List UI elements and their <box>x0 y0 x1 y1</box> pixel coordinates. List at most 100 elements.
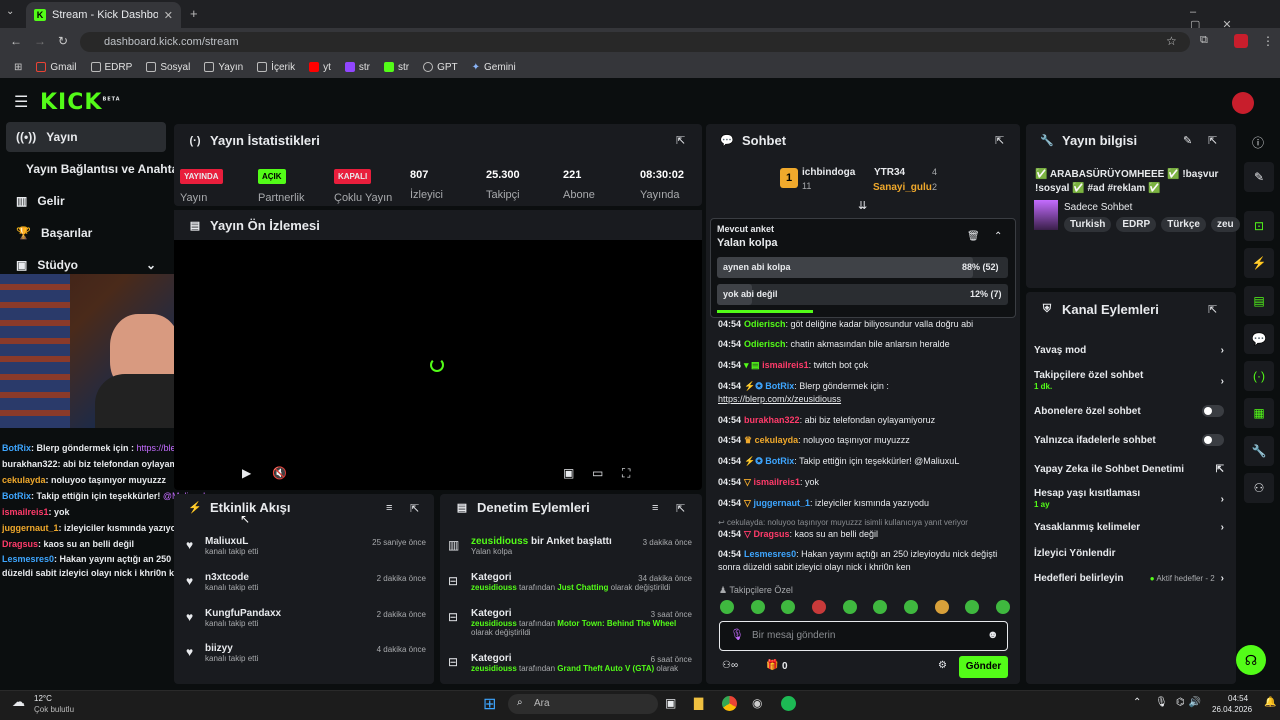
extensions-icon[interactable]: ⧉ <box>1200 34 1208 47</box>
toggle-switch[interactable] <box>1202 405 1224 417</box>
bookmark-twitch[interactable]: str <box>344 62 370 73</box>
tag[interactable]: Türkçe <box>1161 217 1206 232</box>
network-volume-icon[interactable]: ⌬🔊 <box>1176 697 1205 708</box>
chat-username[interactable]: Lesmesres0 <box>744 549 796 559</box>
tag[interactable]: EDRP <box>1116 217 1157 232</box>
popout-icon[interactable]: ⇱ <box>410 502 419 515</box>
chat-users-icon[interactable]: ⚇∞ <box>722 660 738 671</box>
leader-name[interactable]: ichbindoga <box>802 167 855 178</box>
profile-icon[interactable] <box>1234 34 1248 48</box>
bookmark-kick[interactable]: str <box>383 62 409 73</box>
apps-grid-icon[interactable]: ⊞ <box>14 62 22 73</box>
lightning-icon[interactable]: ⚡ <box>1244 248 1274 278</box>
chat-username[interactable]: juggernaut_1 <box>753 498 810 508</box>
reload-icon[interactable]: ↻ <box>58 34 68 48</box>
chat-link[interactable]: https://blerp.com/x/zeusidiouss <box>718 394 841 404</box>
sidebar-item-yayin[interactable]: ((•)) Yayın <box>6 122 166 152</box>
action-slow-mode[interactable]: Yavaş mod › <box>1034 345 1224 356</box>
emote-icon[interactable] <box>720 600 734 614</box>
bookmark-yayin[interactable]: Yayın <box>204 62 243 73</box>
kick-logo[interactable]: KICKBETA <box>40 90 121 115</box>
info-icon[interactable]: ⓘ <box>1252 134 1264 151</box>
chat-username[interactable]: BotRix <box>765 381 794 391</box>
url-bar[interactable]: dashboard.kick.com/stream <box>80 32 1190 52</box>
emote-icon[interactable] <box>781 600 796 614</box>
notification-icon[interactable]: 🔔 <box>1264 697 1276 708</box>
pin-icon[interactable]: ⇊ <box>858 199 867 212</box>
mod-category[interactable]: Grand Theft Auto V (GTA) <box>557 664 654 673</box>
emote-icon[interactable] <box>842 600 857 614</box>
action-followers-only[interactable]: Takipçilere özel sohbet 1 dk. › <box>1034 370 1224 392</box>
chat-username[interactable]: cekulayda <box>755 435 799 445</box>
menu-dots-icon[interactable]: ⋮ <box>1262 34 1274 48</box>
action-goals[interactable]: Hedefleri belirleyin ● Aktif hedefler - 2… <box>1034 573 1224 584</box>
mod-user[interactable]: zeusidiouss <box>471 536 528 547</box>
help-chat-button[interactable]: ☊ <box>1236 645 1266 675</box>
edit-icon[interactable]: ✎ <box>1244 162 1274 192</box>
taskbar-search[interactable]: Ara <box>508 694 658 714</box>
tab-list-icon[interactable]: ⌄ <box>6 6 14 17</box>
windows-start-icon[interactable]: ⊞ <box>483 694 496 714</box>
action-account-age[interactable]: Hesap yaşı kısıtlaması 1 ay › <box>1034 488 1224 510</box>
mod-user[interactable]: zeusidiouss <box>471 619 517 628</box>
popout-icon[interactable]: ⇱ <box>676 502 685 515</box>
leader-name[interactable]: Sanayi_gulu <box>873 182 932 193</box>
bookmark-icerik[interactable]: İçerik <box>257 62 295 73</box>
emote-icon[interactable] <box>995 600 1010 614</box>
pip-icon[interactable]: ▣ <box>563 466 574 480</box>
leader-name[interactable]: YTR34 <box>874 167 905 178</box>
trash-icon[interactable]: 🗑 <box>967 231 980 242</box>
chat-username[interactable]: Odierisch <box>744 319 786 329</box>
sidebar-item-stream-key[interactable]: Yayın Bağlantısı ve Anahtarı <box>6 154 186 184</box>
edit-pencil-icon[interactable]: ✎ <box>1183 134 1192 147</box>
mute-icon[interactable]: 🔇 <box>272 466 287 480</box>
bookmark-star-icon[interactable]: ☆ <box>1166 34 1177 48</box>
mod-category[interactable]: Just Chatting <box>557 583 608 592</box>
mod-user[interactable]: zeusidiouss <box>471 583 517 592</box>
document-icon[interactable]: ▤ <box>1244 286 1274 316</box>
tab-close-icon[interactable]: ✕ <box>164 9 173 22</box>
layout-icon[interactable]: ▦ <box>1244 398 1274 428</box>
theater-icon[interactable]: ▭ <box>592 466 603 480</box>
emote-icon[interactable] <box>934 600 949 614</box>
bookmark-gmail[interactable]: Gmail <box>36 62 77 73</box>
toggle-switch[interactable] <box>1202 434 1224 446</box>
emote-icon[interactable] <box>873 600 888 614</box>
weather-temp[interactable]: 12°C <box>34 694 52 703</box>
wrench-icon[interactable]: 🔧 <box>1244 436 1274 466</box>
chevron-up-icon[interactable]: ⌃ <box>994 231 1002 242</box>
spotify-icon[interactable] <box>781 696 796 711</box>
chat-username[interactable]: ismailreis1 <box>753 477 800 487</box>
mic-icon[interactable]: 🎙 <box>730 628 744 641</box>
emote-icon[interactable] <box>965 600 980 614</box>
scan-icon[interactable]: ⊡ <box>1244 211 1274 241</box>
filter-icon[interactable]: ≡ <box>652 502 658 514</box>
file-explorer-icon[interactable]: ▇ <box>694 696 703 710</box>
action-subs-only[interactable]: Abonelere özel sohbet <box>1034 405 1224 417</box>
steam-icon[interactable]: ◉ <box>752 696 762 710</box>
action-raid[interactable]: İzleyici Yönlendir <box>1034 548 1224 559</box>
bookmark-yt[interactable]: yt <box>309 62 331 73</box>
mic-tray-icon[interactable]: 🎙 <box>1155 697 1168 708</box>
chat-username[interactable]: Odierisch <box>744 339 786 349</box>
emote-icon[interactable] <box>750 600 765 614</box>
fullscreen-icon[interactable]: ⛶ <box>622 466 630 481</box>
emote-icon[interactable] <box>811 600 826 614</box>
mod-category[interactable]: Motor Town: Behind The Wheel <box>557 619 676 628</box>
chat-username[interactable]: Dragsus <box>753 529 789 539</box>
chat-bubble-icon[interactable]: 💬 <box>1244 324 1274 354</box>
emoji-icon[interactable]: ☻ <box>987 629 999 641</box>
emote-icon[interactable] <box>903 600 918 614</box>
chrome-icon[interactable] <box>722 696 737 711</box>
play-icon[interactable]: ▶ <box>242 466 251 480</box>
filter-icon[interactable]: ≡ <box>386 502 392 514</box>
chat-username[interactable]: ismailreis1 <box>762 360 809 370</box>
settings-gear-icon[interactable]: ⚙ <box>938 660 947 671</box>
users-icon[interactable]: ⚇ <box>1244 473 1274 503</box>
popout-icon[interactable]: ⇱ <box>995 134 1004 147</box>
popout-icon[interactable]: ⇱ <box>676 134 685 147</box>
user-avatar[interactable] <box>1232 92 1254 114</box>
broadcast-icon[interactable]: (·) <box>1244 361 1274 391</box>
popout-icon[interactable]: ⇱ <box>1208 134 1217 147</box>
chat-username[interactable]: burakhan322 <box>744 415 800 425</box>
